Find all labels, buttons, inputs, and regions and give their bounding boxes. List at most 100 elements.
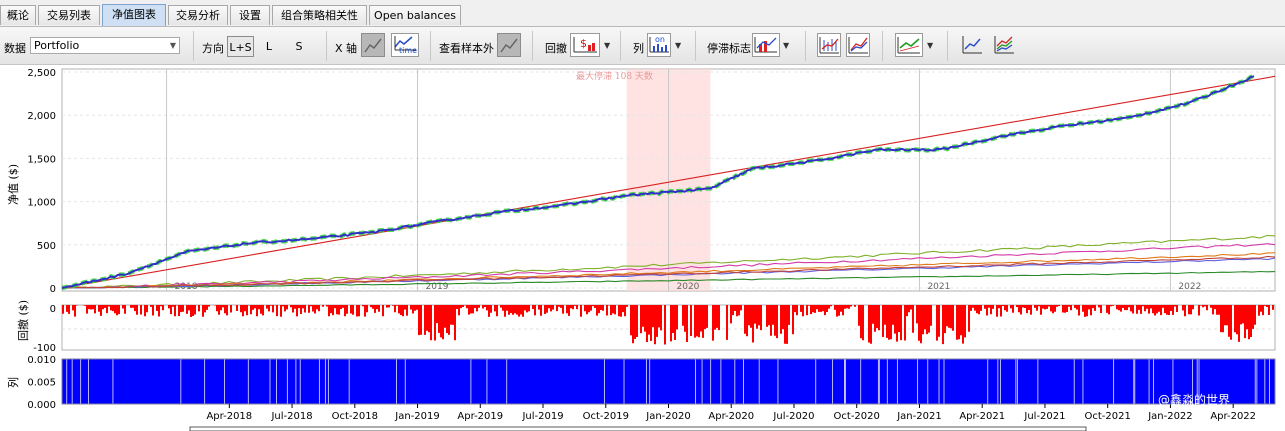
separator [326,31,327,61]
chevron-down-icon[interactable]: ▼ [675,41,681,50]
bar-chart-icon [819,37,839,54]
x-tick-label: Jul-2018 [270,411,312,422]
chevron-down-icon[interactable]: ▼ [604,41,610,50]
drawdown-dollar-icon: $ [573,37,597,53]
x-tick-label: Jul-2020 [772,411,814,422]
line-chart-icon [364,38,382,53]
chart-toolbar: 数据 Portfolio ▼ 方向 L+S L S X 轴 time 查看样本外 … [0,27,1285,65]
multi-line-chart-icon [848,37,868,54]
x-tick-label: Apr-2020 [708,411,754,422]
scroll-range-bar[interactable] [189,426,1087,431]
x-tick-label: Oct-2018 [332,411,378,422]
y-tick-label: -100 [33,343,56,354]
x-tick-label: Jan-2020 [645,411,690,422]
chevron-down-icon: ▼ [169,41,176,50]
columns-bars [62,359,1275,404]
y-tick-label: 0 [50,284,56,295]
x-tick-label: Jan-2019 [394,411,439,422]
tab-trade-list[interactable]: 交易列表 [38,5,100,25]
single-line-chart-button[interactable] [960,33,984,57]
green-line-chart-icon [897,37,920,54]
direction-long-short-button[interactable]: L+S [227,36,254,57]
x-tick-label: Jul-2019 [521,411,563,422]
stagnation-annotation: 最大停滞 108 天数 [576,70,653,82]
data-select[interactable]: Portfolio ▼ [30,37,180,54]
y-tick-label: 1,500 [27,154,56,165]
equity-chart: 05001,0001,5002,0002,5002018 2019 2020 2021… [0,65,1285,431]
direction-label: 方向 [202,42,224,55]
drawdown-label: 回撤 [545,42,567,55]
tab-portfolio-correlation[interactable]: 组合策略相关性 [272,5,367,25]
x-tick-label: Apr-2021 [959,411,1005,422]
x-axis-time-button[interactable]: time [391,33,419,57]
x-axis-label: X 轴 [335,42,358,55]
year-label: 2020 [677,282,700,292]
chevron-down-icon[interactable]: ▼ [783,41,789,50]
tab-bar: 概论 交易列表 净值图表 交易分析 设置 组合策略相关性 Open balanc… [0,0,1285,27]
x-tick-label: Jul-2021 [1023,411,1065,422]
separator [620,31,621,61]
separator [532,31,533,61]
series-select-button[interactable] [895,33,923,57]
bar-equity-button[interactable] [817,33,841,57]
separator [695,31,696,61]
x-tick-label: Oct-2019 [583,411,629,422]
columns-panel: 0.010 0.005 0.000 [27,355,1276,411]
out-of-sample-button[interactable] [497,33,521,57]
on-text: on [655,35,665,44]
y-tick-label: 500 [37,241,56,252]
separator [882,31,883,61]
equity-panel: 05001,0001,5002,0002,5002018 2019 2020 2021… [27,68,1276,295]
columns-label: 列 [633,42,644,55]
drawdown-panel: 0 -100 [33,304,1276,354]
watermark: @鑫淼的世界 [1158,391,1230,408]
tab-overview[interactable]: 概论 [0,5,36,25]
y-tick-label: 0.000 [27,400,56,411]
x-axis-trades-icon[interactable] [361,33,385,57]
out-of-sample-label: 查看样本外 [439,42,494,55]
line-chart-icon [500,38,518,53]
stagnation-button[interactable] [752,33,780,57]
y-tick-label: 1,000 [27,198,56,209]
tab-settings[interactable]: 设置 [230,5,270,25]
x-tick-label: Jan-2022 [1147,411,1192,422]
direction-short-button[interactable]: S [290,36,308,57]
drawdown-y-axis-label: 回撤 ($) [16,300,30,341]
data-label: 数据 [4,42,26,55]
tab-equity-chart[interactable]: 净值图表 [102,4,166,26]
separator [193,31,194,61]
separator [430,31,431,61]
columns-y-axis-label: 列 [6,377,20,388]
data-select-value: Portfolio [34,39,80,52]
tab-trade-analysis[interactable]: 交易分析 [168,5,228,25]
x-tick-label: Apr-2018 [206,411,252,422]
time-text: time [399,46,418,55]
watermark-text: @鑫淼的世界 [1158,393,1231,407]
year-label: 2022 [1178,282,1201,292]
tab-open-balances[interactable]: Open balances [369,5,461,25]
direction-long-button[interactable]: L [260,36,278,57]
equity-y-axis-label: 净值 ($) [6,164,20,205]
columns-button[interactable]: on [647,33,671,57]
y-tick-label: 0.005 [27,378,56,389]
multi-series-chart-button[interactable] [992,33,1016,57]
y-tick-label: 2,000 [27,111,56,122]
line-chart-icon [962,36,982,54]
chevron-down-icon[interactable]: ▼ [927,41,933,50]
y-tick-label: 2,500 [27,68,56,79]
x-tick-label: Apr-2019 [457,411,503,422]
year-label: 2021 [927,282,950,292]
stagnation-label: 停滞标志 [707,42,751,55]
separator [947,31,948,61]
x-tick-label: Oct-2020 [834,411,880,422]
svg-text:$: $ [580,37,587,50]
multi-line-chart-icon [994,36,1014,54]
stagnation-chart-icon [754,37,777,53]
drawdown-button[interactable]: $ [570,33,600,57]
x-tick-label: Oct-2021 [1085,411,1131,422]
equity-compare-button[interactable] [846,33,870,57]
separator [805,31,806,61]
y-tick-label: 0 [50,304,56,315]
x-tick-label: Apr-2022 [1210,411,1256,422]
y-tick-label: 0.010 [27,355,56,366]
